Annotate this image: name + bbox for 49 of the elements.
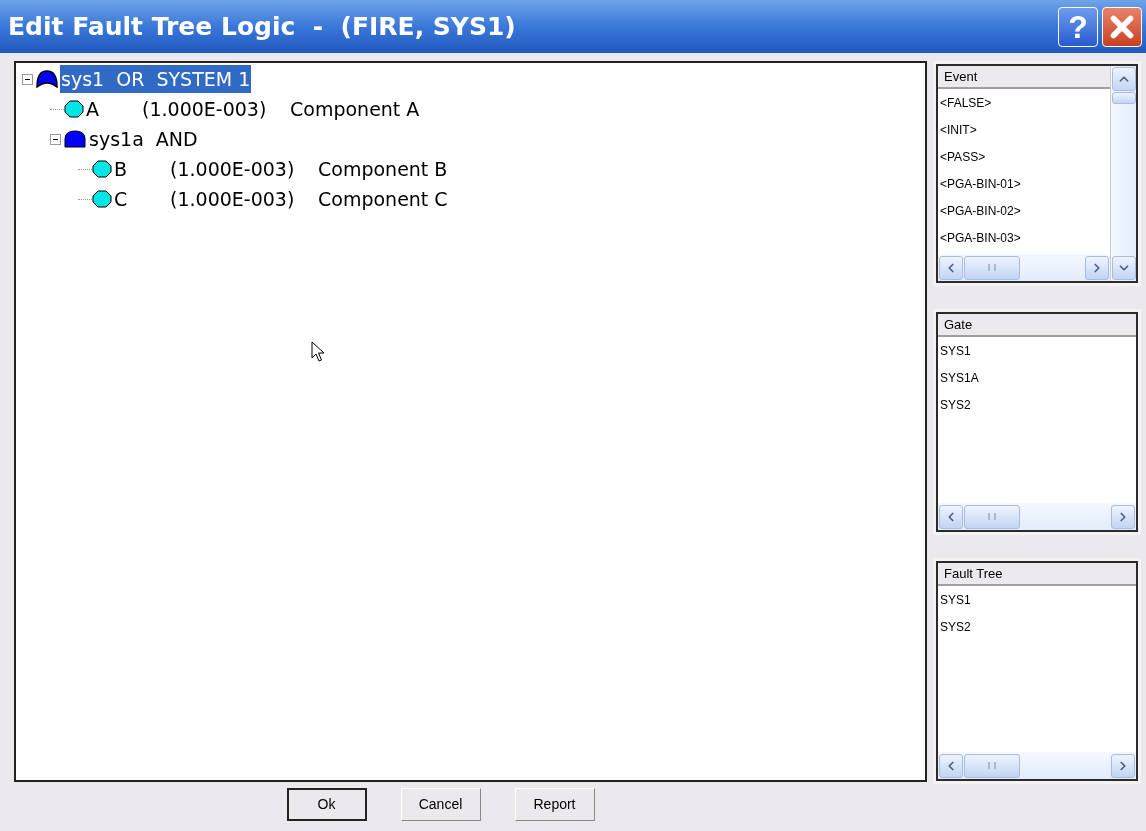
scroll-right-icon[interactable] [1111, 753, 1135, 778]
vertical-scrollbar[interactable] [1110, 66, 1136, 281]
column-header[interactable]: Gate [938, 314, 1136, 337]
horizontal-scrollbar[interactable] [938, 254, 1110, 281]
scroll-thumb[interactable] [1111, 92, 1136, 104]
list-item[interactable]: <FALSE> [938, 89, 1110, 116]
list-item[interactable]: SYS2 [938, 613, 1136, 640]
dialog-button[interactable]: Cancel [400, 788, 481, 821]
scroll-left-icon[interactable] [939, 255, 963, 280]
and-gate-icon [64, 130, 86, 148]
window-title: Edit Fault Tree Logic - (FIRE, SYS1) [8, 10, 517, 43]
tree-node-label[interactable]: C (1.000E-003) Component C [114, 184, 448, 214]
scroll-thumb[interactable] [964, 753, 1020, 778]
list-item[interactable]: SYS1 [938, 586, 1136, 613]
scroll-left-icon[interactable] [939, 504, 963, 529]
list-item[interactable]: SYS1 [938, 337, 1136, 364]
mouse-pointer-icon [311, 341, 325, 363]
scroll-up-icon[interactable] [1111, 67, 1136, 91]
tree-node-label[interactable]: B (1.000E-003) Component B [114, 154, 448, 184]
scroll-down-icon[interactable] [1111, 256, 1136, 280]
list-item[interactable]: <PASS> [938, 143, 1110, 170]
basic-event-icon [92, 190, 112, 208]
basic-event-icon [64, 100, 84, 118]
scroll-thumb[interactable] [964, 255, 1020, 280]
or-gate-icon [36, 70, 58, 88]
tree-node-label[interactable]: sys1 OR SYSTEM 1 [60, 64, 252, 94]
dialog-button[interactable]: Report [514, 788, 595, 821]
scroll-left-icon[interactable] [939, 753, 963, 778]
horizontal-scrollbar[interactable] [938, 752, 1136, 779]
close-button[interactable] [1102, 6, 1142, 47]
collapse-toggle[interactable] [22, 73, 33, 85]
list-item[interactable]: <INIT> [938, 116, 1110, 143]
list-item[interactable]: <PGA-BIN-03> [938, 224, 1110, 251]
column-header[interactable]: Fault Tree [938, 563, 1136, 586]
column-header[interactable]: Event [938, 66, 1110, 89]
horizontal-scrollbar[interactable] [938, 503, 1136, 530]
list-item[interactable]: SYS2 [938, 391, 1136, 418]
tree-node-label[interactable]: A (1.000E-003) Component A [86, 94, 420, 124]
scroll-right-icon[interactable] [1111, 504, 1135, 529]
scroll-right-icon[interactable] [1085, 255, 1109, 280]
basic-event-icon [92, 160, 112, 178]
help-button[interactable]: ? [1058, 6, 1098, 47]
scroll-thumb[interactable] [964, 504, 1020, 529]
tree-node-label[interactable]: sys1a AND [88, 124, 199, 154]
list-item[interactable]: SYS1A [938, 364, 1136, 391]
dialog-button[interactable]: Ok [286, 788, 367, 821]
list-item[interactable]: <PGA-BIN-02> [938, 197, 1110, 224]
list-item[interactable]: <PGA-BIN-01> [938, 170, 1110, 197]
collapse-toggle[interactable] [50, 133, 61, 145]
